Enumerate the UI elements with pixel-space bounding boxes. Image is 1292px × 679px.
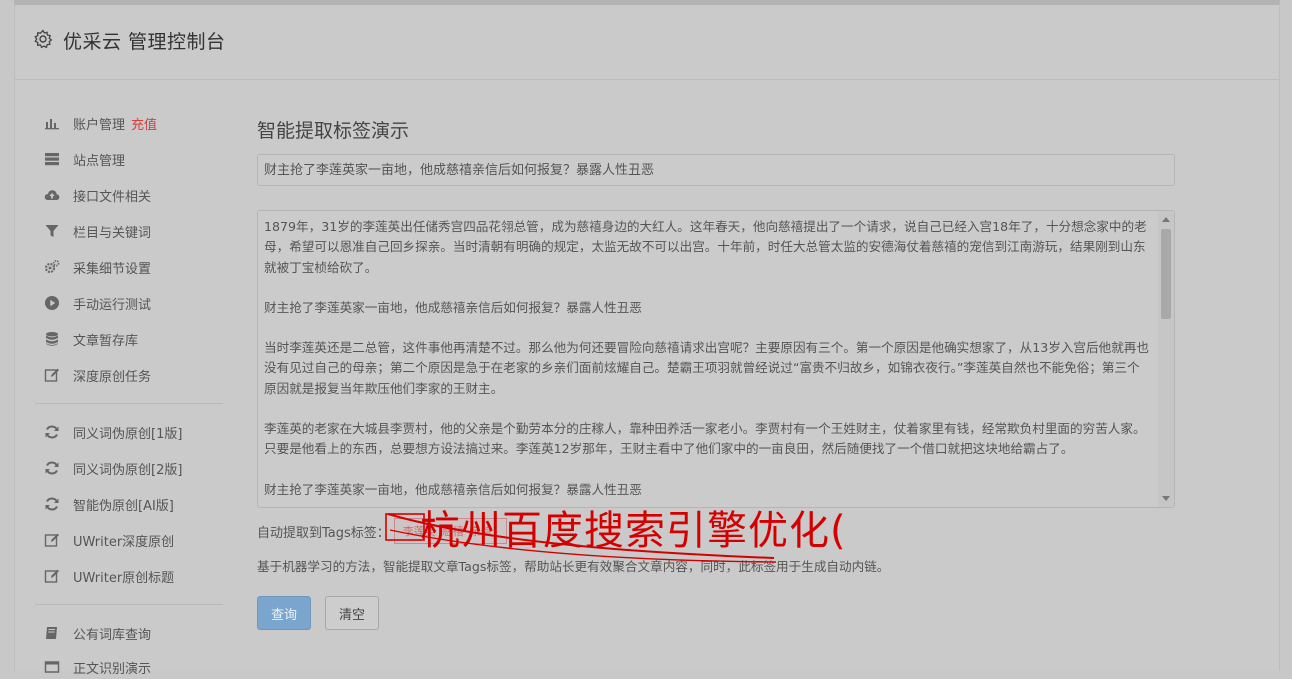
- sidebar-item-label: UWriter深度原创: [73, 534, 175, 550]
- sidebar-divider: [35, 604, 223, 605]
- sidebar-item-columns-keywords[interactable]: 栏目与关键词: [43, 219, 233, 243]
- content-paragraph: 当时李莲英还是二总管，这件事他再清楚不过。那么他为何还要冒险向慈禧请求出宫呢？主…: [264, 340, 1149, 396]
- query-button[interactable]: 查询: [257, 596, 311, 630]
- sidebar-item-text-recognition[interactable]: 正文识别演示: [43, 655, 233, 679]
- article-title-input[interactable]: 财主抢了李莲英家一亩地，他成慈禧亲信后如何报复？暴露人性丑恶: [257, 154, 1175, 186]
- sidebar-item-label: 手动运行测试: [73, 297, 152, 313]
- sidebar-item-manual-run[interactable]: 手动运行测试: [43, 291, 233, 315]
- play-circle-icon: [43, 294, 61, 312]
- article-content-text: 1879年，31岁的李莲英出任储秀宫四品花翎总管，成为慈禧身边的大红人。这年春天…: [264, 217, 1150, 507]
- sidebar-item-account[interactable]: 账户管理 充值: [43, 111, 233, 135]
- sidebar-item-label: 接口文件相关: [73, 189, 152, 205]
- refresh-icon: [43, 495, 61, 513]
- clear-button[interactable]: 清空: [325, 596, 379, 630]
- database-icon: [43, 330, 61, 348]
- recharge-badge[interactable]: 充值: [131, 114, 157, 133]
- page-title: 智能提取标签演示: [257, 120, 410, 142]
- content-paragraph: 李莲英的老家在大城县李贾村，他的父亲是个勤劳本分的庄稼人，靠种田养活一家老小。李…: [264, 421, 1146, 457]
- filter-icon: [43, 222, 61, 240]
- article-content-textarea[interactable]: 1879年，31岁的李莲英出任储秀宫四品花翎总管，成为慈禧身边的大红人。这年春天…: [257, 210, 1175, 508]
- edit-icon: [43, 366, 61, 384]
- sidebar-item-label: 栏目与关键词: [73, 225, 152, 241]
- sidebar-item-ai-rewrite[interactable]: 智能伪原创[AI版]: [43, 492, 233, 516]
- app-shell: 优采云 管理控制台 账户管理 充值 站点管理 接口文件相关 栏目与关键词 采集细…: [14, 0, 1280, 677]
- sidebar-divider: [35, 403, 223, 404]
- top-bar: 优采云 管理控制台: [15, 5, 1279, 80]
- scroll-down-arrow-icon[interactable]: [1162, 496, 1170, 501]
- cogs-icon: [43, 258, 61, 276]
- sidebar-item-article-store[interactable]: 文章暂存库: [43, 327, 233, 351]
- sidebar-item-label: 公有词库查询: [73, 627, 152, 643]
- sidebar-item-label: 深度原创任务: [73, 369, 152, 385]
- sidebar-item-deep-original[interactable]: 深度原创任务: [43, 363, 233, 387]
- sidebar-item-label: 同义词伪原创[1版]: [73, 426, 183, 442]
- sidebar-item-uwriter-title[interactable]: UWriter原创标题: [43, 564, 233, 588]
- edit-icon: [43, 567, 61, 585]
- content-paragraph: 1879年，31岁的李莲英出任储秀宫四品花翎总管，成为慈禧身边的大红人。这年春天…: [264, 219, 1147, 275]
- sidebar-item-sites[interactable]: 站点管理: [43, 147, 233, 171]
- server-icon: [43, 150, 61, 168]
- sidebar-item-label: 账户管理: [73, 117, 126, 133]
- sidebar-item-synonym-v2[interactable]: 同义词伪原创[2版]: [43, 456, 233, 480]
- bar-chart-icon: [43, 114, 61, 132]
- sidebar-item-label: 正文识别演示: [73, 661, 152, 677]
- sidebar-item-public-lexicon[interactable]: 公有词库查询: [43, 621, 233, 645]
- sidebar-item-label: UWriter原创标题: [73, 570, 175, 586]
- app-title: 优采云 管理控制台: [63, 31, 226, 53]
- sidebar-item-label: 同义词伪原创[2版]: [73, 462, 183, 478]
- scroll-up-arrow-icon[interactable]: [1162, 217, 1170, 222]
- watermark-text: 杭州百度搜索引擎优化(: [420, 508, 847, 554]
- sidebar-item-collect-settings[interactable]: 采集细节设置: [43, 255, 233, 279]
- content-paragraph: 财主抢了李莲英家一亩地，他成慈禧亲信后如何报复？暴露人性丑恶: [264, 299, 642, 315]
- sidebar-item-label: 采集细节设置: [73, 261, 152, 277]
- cloud-upload-icon: [43, 186, 61, 204]
- gear-icon: [34, 29, 53, 49]
- tags-label: 自动提取到Tags标签：: [257, 525, 390, 541]
- sidebar-item-uwriter-deep[interactable]: UWriter深度原创: [43, 528, 233, 552]
- edit-icon: [43, 531, 61, 549]
- scroll-thumb[interactable]: [1161, 229, 1171, 319]
- sidebar-item-synonym-v1[interactable]: 同义词伪原创[1版]: [43, 420, 233, 444]
- window-icon: [43, 658, 61, 676]
- refresh-icon: [43, 423, 61, 441]
- book-icon: [43, 624, 61, 642]
- refresh-icon: [43, 459, 61, 477]
- sidebar-item-interface-files[interactable]: 接口文件相关: [43, 183, 233, 207]
- sidebar-item-label: 站点管理: [73, 153, 126, 169]
- sidebar-item-label: 智能伪原创[AI版]: [73, 498, 174, 514]
- sidebar-item-label: 文章暂存库: [73, 333, 139, 349]
- textarea-scrollbar[interactable]: [1158, 211, 1174, 507]
- content-paragraph: 财主抢了李莲英家一亩地，他成慈禧亲信后如何报复？暴露人性丑恶: [264, 481, 642, 497]
